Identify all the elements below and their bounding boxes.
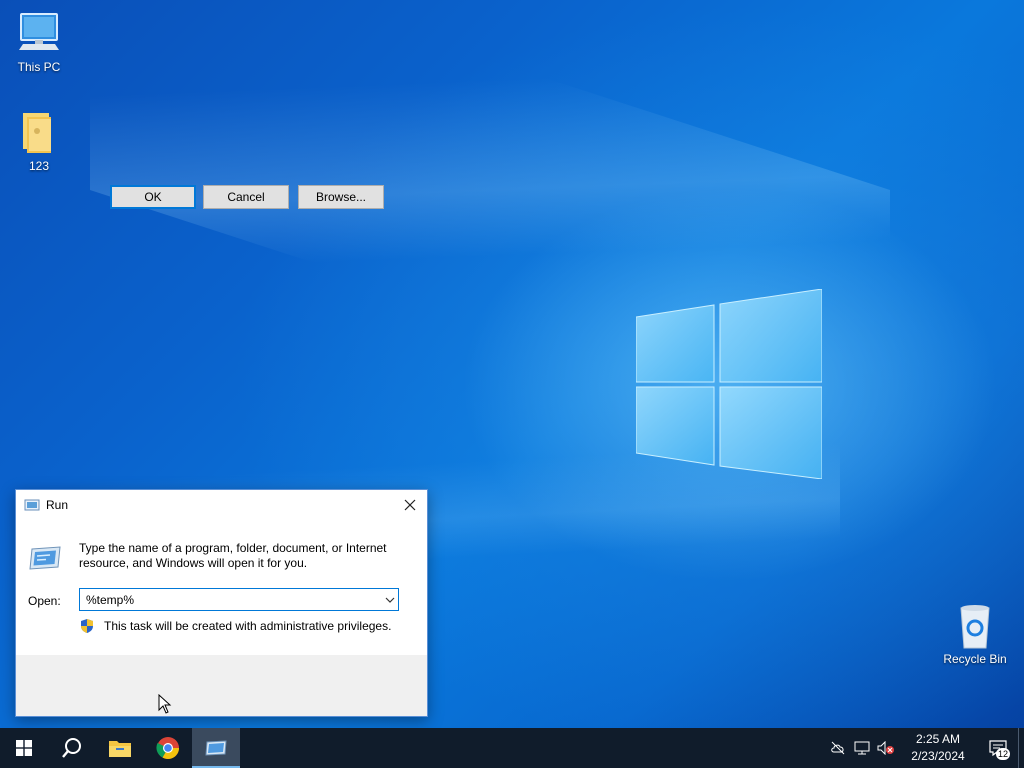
desktop-icon-recycle-bin[interactable]: Recycle Bin — [937, 602, 1013, 666]
search-icon — [62, 738, 81, 758]
action-center-button[interactable]: 12 — [978, 728, 1018, 768]
run-icon — [205, 740, 227, 756]
taskbar-chrome[interactable] — [144, 728, 192, 768]
chrome-icon — [156, 737, 179, 759]
clock-date: 2/23/2024 — [911, 749, 965, 763]
cloud-off-icon — [831, 741, 845, 755]
tray-item-network-off[interactable] — [826, 728, 850, 768]
desktop-icon-this-pc[interactable]: This PC — [1, 10, 77, 74]
desktop-icon-label: Recycle Bin — [943, 652, 1007, 666]
dropdown-toggle[interactable] — [382, 590, 398, 609]
run-program-icon — [29, 546, 61, 570]
taskbar-file-explorer[interactable] — [96, 728, 144, 768]
show-desktop-button[interactable] — [1018, 728, 1024, 768]
file-explorer-icon — [109, 741, 131, 757]
dialog-title: Run — [46, 497, 69, 512]
mouse-cursor-icon — [158, 694, 172, 714]
recycle-bin-icon — [960, 605, 990, 649]
ok-button[interactable]: OK — [110, 185, 196, 209]
start-icon — [16, 740, 32, 756]
search-button[interactable] — [48, 728, 96, 768]
chevron-down-icon — [385, 597, 395, 603]
dialog-description: Type the name of a program, folder, docu… — [79, 541, 387, 570]
tray-item-volume[interactable] — [874, 728, 898, 768]
browse-button[interactable]: Browse... — [298, 185, 384, 209]
tray-item-network[interactable] — [850, 728, 874, 768]
shield-icon — [81, 619, 93, 633]
desktop-icon-label: 123 — [28, 159, 50, 173]
dialog-titlebar[interactable]: Run — [16, 490, 427, 519]
monitor-icon — [19, 13, 59, 50]
start-button[interactable] — [0, 728, 48, 768]
admin-note-text: This task will be created with administr… — [104, 619, 392, 633]
system-tray: 2:25 AM 2/23/2024 12 — [826, 728, 1024, 768]
open-input[interactable]: %temp% — [79, 588, 399, 611]
volume-muted-icon — [877, 741, 894, 755]
admin-privileges-note: This task will be created with administr… — [79, 618, 391, 634]
run-dialog: Run Type the name of a program, folder, … — [15, 489, 428, 717]
taskbar-run[interactable] — [192, 728, 240, 768]
taskbar: 2:25 AM 2/23/2024 12 — [0, 728, 1024, 768]
open-label: Open: — [28, 594, 61, 608]
taskbar-clock[interactable]: 2:25 AM 2/23/2024 — [902, 731, 974, 765]
run-icon — [24, 499, 40, 510]
windows-logo-wallpaper — [636, 289, 822, 479]
folder-icon — [23, 113, 51, 153]
desktop-icon-label: This PC — [17, 60, 61, 74]
notification-count-badge: 12 — [996, 748, 1010, 760]
desktop-icon-123[interactable]: 123 — [1, 109, 77, 173]
clock-time: 2:25 AM — [915, 732, 961, 746]
close-button[interactable] — [393, 490, 427, 519]
network-icon — [854, 741, 870, 755]
cancel-button[interactable]: Cancel — [203, 185, 289, 209]
close-icon — [404, 499, 416, 510]
